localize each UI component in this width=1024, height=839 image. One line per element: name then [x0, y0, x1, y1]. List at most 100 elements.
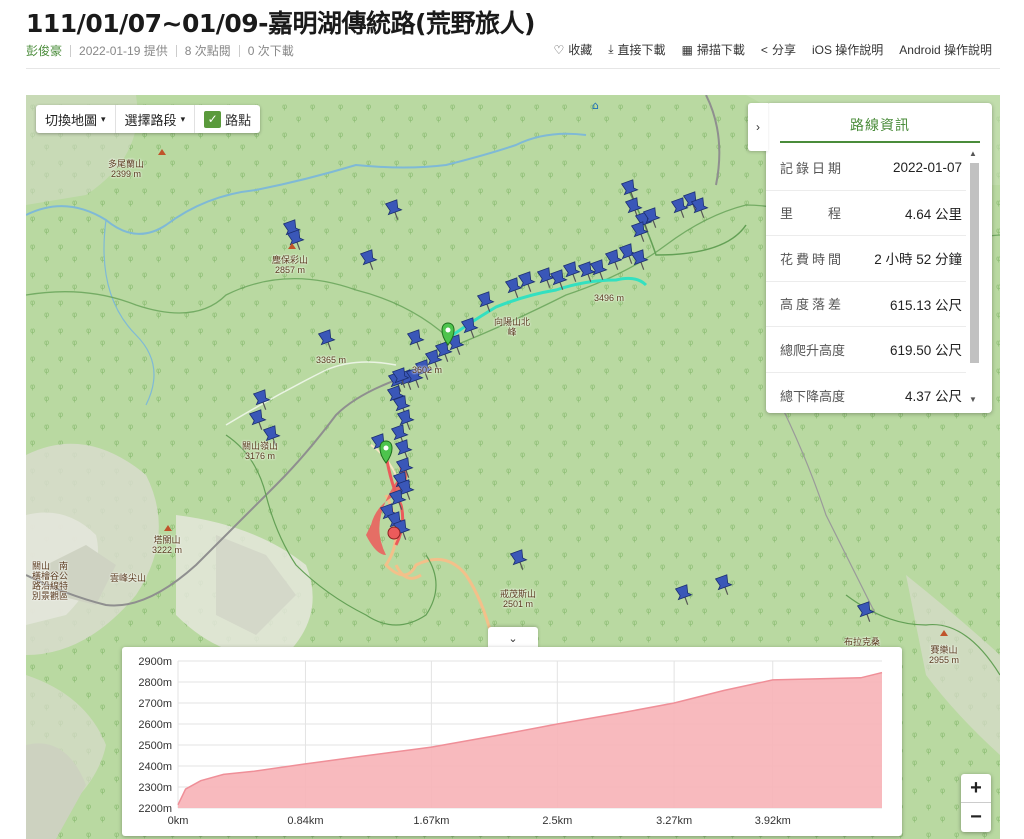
hut-icon: ⌂ [592, 99, 599, 112]
zoom-control: + − [961, 774, 991, 832]
area-label: 關山 南 橫檜谷公 路沿線特 別景觀區 [32, 561, 69, 601]
info-key: 花費時間 [780, 251, 845, 267]
elevation-chart-svg: 2900m 2800m 2700m 2600m 2500m 2400m 2300m 2200m… [138, 656, 883, 827]
qrcode-icon: ▦ [681, 42, 693, 57]
switch-map-dropdown[interactable]: 切換地圖 ▾ [36, 105, 116, 133]
scroll-down-icon[interactable]: ▼ [969, 395, 977, 404]
map-view[interactable]: φ φ [26, 95, 1000, 839]
scrollbar-thumb[interactable] [970, 163, 979, 363]
panel-collapse-button[interactable]: › [748, 103, 768, 151]
info-value: 619.50 公尺 [889, 343, 962, 359]
favorite-button[interactable]: ♡ 收藏 [553, 41, 592, 58]
elevation-toggle-button[interactable]: ⌄ [488, 627, 538, 649]
download-count: 0 次下載 [247, 44, 294, 58]
y-tick-label: 2300m [138, 782, 172, 794]
info-row-elevation-diff: 高度落差 615.13 公尺 [766, 282, 966, 327]
peak-label: 3602 m [412, 365, 443, 375]
favorite-label: 收藏 [568, 43, 593, 57]
header-divider [26, 68, 1000, 69]
y-tick-label: 2200m [138, 803, 172, 815]
y-tick-label: 2400m [138, 761, 172, 773]
y-tick-label: 2600m [138, 719, 172, 731]
place-label: 布拉克桑 [844, 637, 881, 647]
divider [175, 44, 177, 57]
elevation-chart[interactable]: 2900m 2800m 2700m 2600m 2500m 2400m 2300m 2200m… [122, 647, 902, 836]
checkbox-checked-icon[interactable]: ✓ [204, 110, 222, 128]
x-tick-label: 3.92km [755, 815, 791, 827]
info-value: 4.37 公尺 [904, 389, 962, 405]
peak-label: 關山嶺山 3176 m [242, 441, 279, 461]
share-button[interactable]: < 分享 [761, 41, 796, 58]
peak-label: 多尾蘭山 2399 m [108, 159, 145, 179]
action-bar: ♡ 收藏 ⤓ 直接下載 ▦ 掃描下載 < 分享 iOS 操作說明 Android… [553, 41, 992, 58]
android-help-link[interactable]: Android 操作說明 [899, 41, 992, 58]
route-info-title: 路線資訊 [780, 115, 980, 143]
waypoints-toggle[interactable]: ✓ 路點 [195, 105, 260, 133]
scroll-up-icon[interactable]: ▲ [969, 149, 977, 158]
x-tick-label: 1.67km [413, 815, 449, 827]
peak-label: 賽樂山 2955 m [929, 645, 960, 665]
info-key: 總爬升高度 [780, 342, 846, 358]
peak-label: 戒茂斯山 2501 m [500, 589, 537, 609]
y-tick-label: 2500m [138, 740, 172, 752]
route-info-panel: › 路線資訊 記錄日期 2022-01-07 里 程 4.64 公里 花費時間 … [748, 103, 992, 413]
info-row-distance: 里 程 4.64 公里 [766, 191, 966, 236]
direct-download-label: 直接下載 [617, 43, 666, 57]
info-row-duration: 花費時間 2 小時 52 分鐘 [766, 236, 966, 282]
x-tick-label: 0.84km [287, 815, 323, 827]
y-tick-label: 2900m [138, 656, 172, 668]
info-row-record-date: 記錄日期 2022-01-07 [766, 145, 966, 191]
info-value: 2 小時 52 分鐘 [874, 252, 962, 268]
y-tick-label: 2800m [138, 677, 172, 689]
info-value: 2022-01-07 [892, 159, 962, 175]
info-key: 記錄日期 [780, 160, 845, 176]
ios-help-link[interactable]: iOS 操作說明 [812, 41, 883, 58]
peak-label: 塔關山 3222 m [152, 535, 183, 555]
track-meta: 彭俊豪 2022-01-19 提供 8 次點閱 0 次下載 [26, 42, 294, 59]
y-tick-label: 2700m [138, 698, 172, 710]
divider [238, 44, 240, 57]
info-scrollbar[interactable]: ▲ ▼ [968, 149, 980, 404]
chevron-down-icon: ⌄ [508, 632, 518, 645]
chevron-down-icon: ▾ [180, 113, 186, 124]
chevron-right-icon: › [756, 120, 760, 134]
share-icon: < [760, 42, 768, 57]
info-row-total-ascent: 總爬升高度 619.50 公尺 [766, 327, 966, 373]
zoom-out-button[interactable]: − [961, 803, 991, 832]
select-segment-dropdown[interactable]: 選擇路段 ▾ [116, 105, 196, 133]
peak-label: 塵保彩山 2857 m [272, 255, 309, 275]
info-row-total-descent: 總下降高度 4.37 公尺 [766, 373, 966, 419]
author-link[interactable]: 彭俊豪 [26, 42, 62, 59]
info-key: 里 程 [780, 206, 845, 222]
page-title: 111/01/07~01/09-嘉明湖傳統路(荒野旅人) [26, 9, 535, 38]
zoom-in-button[interactable]: + [961, 774, 991, 803]
elevation-area [178, 672, 882, 808]
peak-label: 3365 m [316, 355, 347, 365]
peak-label: 3496 m [594, 293, 625, 303]
info-value: 615.13 公尺 [889, 297, 962, 313]
x-tick-label: 2.5km [542, 815, 572, 827]
chevron-down-icon: ▾ [101, 113, 106, 124]
heart-icon: ♡ [553, 42, 565, 57]
select-segment-label: 選擇路段 [124, 112, 177, 128]
waypoints-label: 路點 [225, 112, 252, 128]
scan-download-label: 掃描下載 [696, 43, 745, 57]
divider [70, 44, 72, 57]
campsite-marker-icon[interactable] [387, 526, 401, 540]
info-key: 高度落差 [780, 297, 845, 313]
view-count: 8 次點閱 [184, 44, 231, 58]
date-provided: 2022-01-19 提供 [79, 44, 168, 58]
peak-label: 雲峰尖山 [110, 573, 147, 583]
switch-map-label: 切換地圖 [45, 112, 98, 128]
route-info-list: 記錄日期 2022-01-07 里 程 4.64 公里 花費時間 2 小時 52… [766, 145, 966, 418]
x-tick-label: 0km [168, 815, 189, 827]
info-key: 總下降高度 [780, 388, 846, 404]
x-tick-label: 3.27km [656, 815, 692, 827]
download-icon: ⤓ [608, 42, 614, 56]
share-label: 分享 [771, 43, 796, 57]
direct-download-button[interactable]: ⤓ 直接下載 [608, 41, 665, 58]
peak-label: 向陽山北 峰 [494, 317, 531, 337]
map-controls: 切換地圖 ▾ 選擇路段 ▾ ✓ 路點 [36, 105, 261, 133]
scan-download-button[interactable]: ▦ 掃描下載 [682, 41, 745, 58]
info-value: 4.64 公里 [904, 206, 962, 222]
